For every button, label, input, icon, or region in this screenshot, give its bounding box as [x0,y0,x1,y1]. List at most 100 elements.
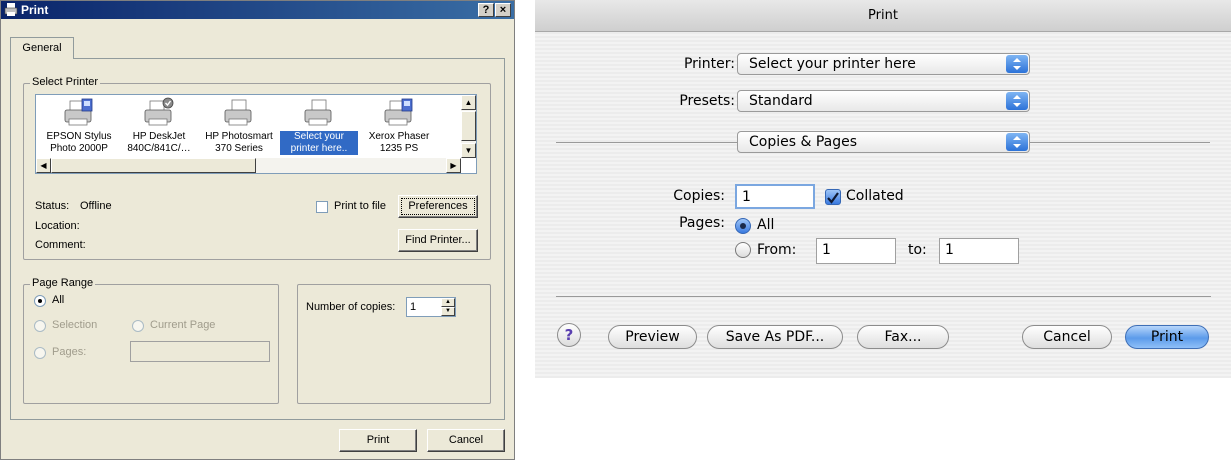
close-button[interactable]: × [495,3,511,17]
separator-left [556,142,737,143]
preferences-button[interactable]: Preferences [398,195,478,218]
presets-popup[interactable]: Standard [737,90,1030,112]
print-to-file-label[interactable]: Print to file [334,200,386,212]
scroll-up-icon[interactable]: ▲ [461,95,476,110]
pages-label: Pages: [679,215,725,231]
status-label: Status: [35,200,70,212]
default-printer-icon [144,97,174,126]
spin-up-icon[interactable]: ▲ [441,298,455,307]
printer-name-line1: Select your [280,131,358,143]
page-range-legend: Page Range [30,277,96,289]
printer-name-line2: printer here.. [280,143,358,155]
checkmark-icon [827,192,839,204]
scroll-thumb[interactable] [51,158,256,173]
printer-name-line1: HP DeskJet [132,131,186,142]
printer-label: Printer: [683,56,735,72]
print-button[interactable]: Print [339,429,417,452]
windows-title-bar: Print ? × [1,1,514,19]
pages-radio[interactable] [34,347,46,359]
copies-value: 1 [410,301,417,313]
from-field[interactable]: 1 [816,238,896,264]
presets-popup-value: Standard [749,93,813,109]
printer-item-epson[interactable]: EPSON Stylus Photo 2000P [40,95,118,159]
location-label: Location: [35,220,80,232]
help-icon[interactable]: ? [557,323,581,347]
status-value: Offline [80,200,112,212]
printer-name-line2: Photo 2000P [50,143,108,154]
print-to-file-checkbox[interactable] [316,201,328,213]
from-field-value: 1 [822,242,831,258]
mac-print-dialog: Print Printer: Select your printer here … [535,0,1231,378]
printer-item-hp-deskjet[interactable]: HP DeskJet 840C/841C/… [120,95,198,159]
scroll-thumb[interactable] [461,111,476,141]
printer-name-line2: 1235 PS [379,143,419,154]
find-printer-button[interactable]: Find Printer... [398,229,478,252]
select-printer-legend: Select Printer [30,76,101,88]
cancel-button[interactable]: Cancel [1022,325,1112,349]
current-page-radio[interactable] [132,320,144,332]
scroll-down-icon[interactable]: ▼ [461,143,476,158]
preview-button[interactable]: Preview [608,325,697,349]
all-pages-label[interactable]: All [757,217,774,233]
copies-spinner[interactable]: ▲ ▼ [441,298,455,316]
windows-print-dialog: Print ? × General Select Printer EPSON S… [0,0,515,460]
help-button[interactable]: ? [478,3,494,17]
printer-icon [304,99,332,126]
printer-name-line1: EPSON Stylus [46,131,112,142]
printer-list[interactable]: EPSON Stylus Photo 2000P HP DeskJet 840C… [35,94,477,174]
printer-popup[interactable]: Select your printer here [737,53,1030,75]
printer-name-line2: 370 Series [215,143,263,154]
section-popup[interactable]: Copies & Pages [737,131,1030,153]
current-page-label[interactable]: Current Page [150,319,215,331]
from-radio[interactable] [735,242,751,258]
printer-app-icon [4,3,18,16]
printer-item-xerox[interactable]: Xerox Phaser 1235 PS [360,95,438,159]
printer-name-line1: Xerox Phaser [368,131,430,142]
copies-label: Copies: [673,188,725,204]
pages-label[interactable]: Pages: [52,346,86,358]
vertical-scrollbar[interactable]: ▲ ▼ [461,95,476,158]
copies-field-value: 1 [742,189,751,205]
all-radio[interactable] [34,295,46,307]
presets-label: Presets: [679,93,735,109]
printer-icon [224,99,252,126]
popup-arrows-icon [1006,55,1028,73]
from-label[interactable]: From: [757,242,796,258]
section-popup-value: Copies & Pages [749,134,858,150]
scroll-left-icon[interactable]: ◀ [36,158,51,173]
mac-title: Print [868,8,898,23]
mac-title-bar: Print [535,0,1231,32]
selection-radio[interactable] [34,320,46,332]
pages-field[interactable] [130,341,270,362]
all-label[interactable]: All [52,294,64,306]
collated-checkbox[interactable] [825,189,841,205]
scroll-right-icon[interactable]: ▶ [446,158,461,173]
printer-name-line2: 840C/841C/… [127,143,191,154]
selection-label[interactable]: Selection [52,319,97,331]
fax-button[interactable]: Fax... [857,325,949,349]
network-printer-icon [64,98,93,126]
network-printer-icon [384,98,413,126]
bottom-separator [556,296,1211,297]
popup-arrows-icon [1006,133,1028,151]
to-field-value: 1 [945,242,954,258]
comment-label: Comment: [35,239,86,251]
horizontal-scrollbar[interactable]: ◀ ▶ [36,158,461,173]
save-as-pdf-button[interactable]: Save As PDF... [707,325,843,349]
collated-label[interactable]: Collated [846,188,904,204]
cancel-button[interactable]: Cancel [427,429,505,452]
print-button[interactable]: Print [1125,325,1209,349]
windows-title: Print [21,3,49,17]
printer-name-line1: HP Photosmart [205,131,273,142]
popup-arrows-icon [1006,92,1028,110]
number-of-copies-label: Number of copies: [306,301,396,313]
separator-right [1030,142,1210,143]
to-label: to: [908,242,927,258]
tab-general[interactable]: General [10,37,74,59]
printer-item-hp-photosmart[interactable]: HP Photosmart 370 Series [200,95,278,159]
spin-down-icon[interactable]: ▼ [441,307,455,316]
all-pages-radio[interactable] [735,218,751,234]
printer-item-select-your-printer[interactable]: Select your printer here.. [280,95,358,159]
copies-field[interactable]: 1 [735,184,815,209]
to-field[interactable]: 1 [939,238,1019,264]
